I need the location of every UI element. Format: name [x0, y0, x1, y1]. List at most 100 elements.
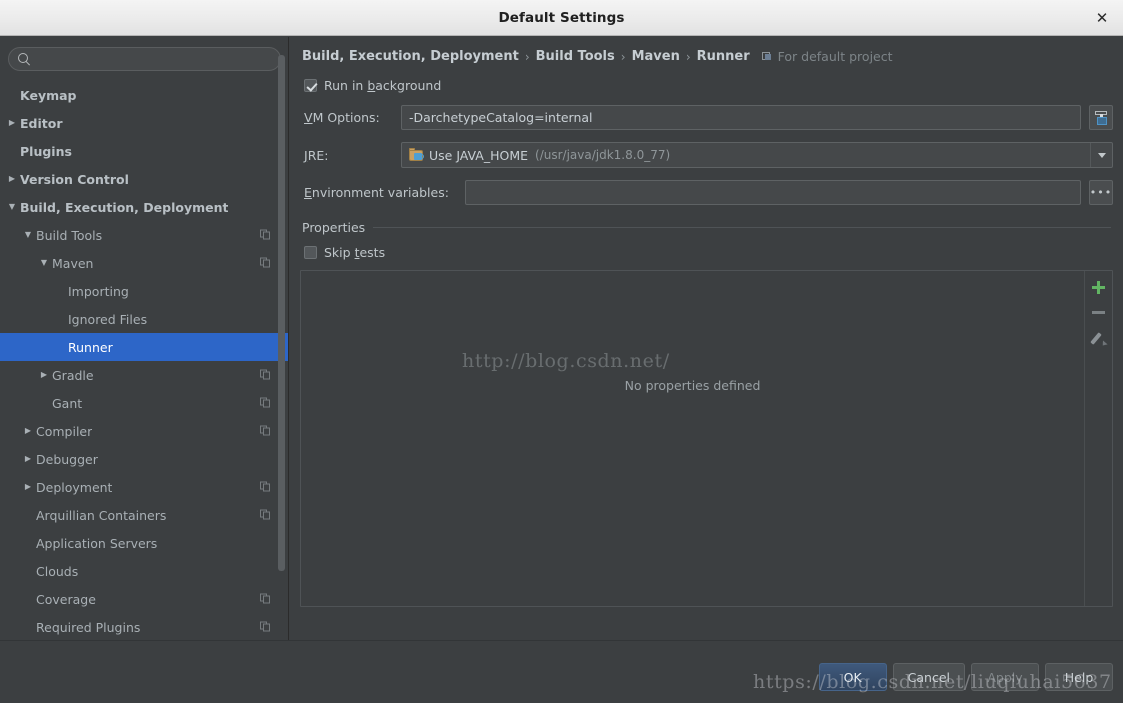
vm-options-expand-button[interactable] — [1089, 105, 1113, 130]
chevron-right-icon[interactable]: ▶ — [20, 455, 36, 463]
sidebar-item-label: Arquillian Containers — [36, 508, 166, 523]
sidebar-item-label: Required Plugins — [36, 620, 140, 635]
sidebar-item-label: Runner — [68, 340, 113, 355]
copy-settings-icon[interactable] — [260, 370, 271, 381]
properties-table[interactable]: No properties defined — [301, 271, 1084, 606]
remove-property-button[interactable] — [1086, 300, 1112, 325]
search-field[interactable] — [8, 47, 281, 71]
sidebar-item-label: Gradle — [52, 368, 94, 383]
sidebar-item-application-servers[interactable]: Application Servers — [0, 529, 289, 557]
minus-icon — [1092, 311, 1105, 314]
chevron-down-icon[interactable]: ▼ — [36, 259, 52, 267]
sidebar-item-required-plugins[interactable]: Required Plugins — [0, 613, 289, 640]
environment-variables-browse-button[interactable]: ••• — [1089, 180, 1113, 205]
breadcrumb-item-0[interactable]: Build, Execution, Deployment — [302, 49, 519, 64]
sidebar-item-label: Version Control — [20, 172, 129, 187]
settings-main-panel: Build, Execution, Deployment › Build Too… — [290, 37, 1123, 640]
sidebar-item-coverage[interactable]: Coverage — [0, 585, 289, 613]
sidebar-item-label: Application Servers — [36, 536, 157, 551]
sidebar-item-label: Compiler — [36, 424, 92, 439]
sidebar-item-label: Gant — [52, 396, 82, 411]
ok-button[interactable]: OK — [819, 663, 887, 691]
copy-settings-icon[interactable] — [260, 510, 271, 521]
copy-settings-icon[interactable] — [260, 258, 271, 269]
chevron-right-icon[interactable]: ▶ — [20, 427, 36, 435]
add-property-button[interactable] — [1086, 275, 1112, 300]
help-button[interactable]: Help — [1045, 663, 1113, 691]
sidebar-scrollbar-thumb[interactable] — [278, 55, 285, 571]
sidebar-scrollbar[interactable] — [278, 55, 285, 590]
breadcrumb-item-2[interactable]: Maven — [632, 49, 680, 64]
title-bar: Default Settings ✕ — [0, 0, 1123, 36]
jre-dropdown-button[interactable] — [1090, 143, 1112, 167]
edit-property-button[interactable] — [1086, 325, 1112, 350]
jre-selected-value: Use JAVA_HOME — [429, 148, 528, 163]
sidebar-item-maven[interactable]: ▼Maven — [0, 249, 289, 277]
copy-settings-icon[interactable] — [260, 594, 271, 605]
chevron-right-icon[interactable]: ▶ — [20, 483, 36, 491]
chevron-right-icon[interactable]: ▶ — [4, 119, 20, 127]
dialog-body: Keymap▶EditorPlugins▶Version Control▼Bui… — [0, 37, 1123, 640]
settings-dialog: Default Settings ✕ Keymap▶EditorPlugins▶… — [0, 0, 1123, 703]
sidebar-item-label: Maven — [52, 256, 93, 271]
run-in-background-label: Run in background — [324, 78, 441, 93]
chevron-right-icon[interactable]: ▶ — [36, 371, 52, 379]
sidebar-item-ignored-files[interactable]: Ignored Files — [0, 305, 289, 333]
close-icon[interactable]: ✕ — [1089, 5, 1115, 31]
plus-icon — [1092, 281, 1105, 294]
sidebar-item-label: Ignored Files — [68, 312, 147, 327]
breadcrumb-item-1[interactable]: Build Tools — [536, 49, 615, 64]
cancel-button[interactable]: Cancel — [893, 663, 965, 691]
properties-group-title: Properties — [302, 220, 365, 235]
java-home-folder-icon — [409, 149, 424, 162]
search-icon — [18, 53, 31, 66]
chevron-down-icon[interactable]: ▼ — [20, 231, 36, 239]
sidebar-item-arquillian-containers[interactable]: Arquillian Containers — [0, 501, 289, 529]
sidebar-item-label: Deployment — [36, 480, 112, 495]
sidebar-item-label: Clouds — [36, 564, 78, 579]
sidebar-item-clouds[interactable]: Clouds — [0, 557, 289, 585]
window-title: Default Settings — [498, 10, 624, 26]
sidebar-item-runner[interactable]: Runner — [0, 333, 289, 361]
skip-tests-checkbox[interactable] — [304, 246, 317, 259]
sidebar-item-label: Keymap — [20, 88, 77, 103]
properties-panel: No properties defined — [300, 270, 1113, 607]
sidebar-item-deployment[interactable]: ▶Deployment — [0, 473, 289, 501]
run-in-background-row[interactable]: Run in background — [300, 78, 1113, 93]
sidebar-item-debugger[interactable]: ▶Debugger — [0, 445, 289, 473]
settings-sidebar: Keymap▶EditorPlugins▶Version Control▼Bui… — [0, 37, 289, 640]
sidebar-item-importing[interactable]: Importing — [0, 277, 289, 305]
vm-options-input[interactable]: -DarchetypeCatalog=internal — [401, 105, 1081, 130]
skip-tests-label: Skip tests — [324, 245, 385, 260]
pencil-icon — [1092, 331, 1106, 345]
sidebar-item-build-tools[interactable]: ▼Build Tools — [0, 221, 289, 249]
copy-settings-icon[interactable] — [260, 398, 271, 409]
sidebar-item-plugins[interactable]: Plugins — [0, 137, 289, 165]
sidebar-item-keymap[interactable]: Keymap — [0, 81, 289, 109]
expand-editor-icon — [1094, 111, 1108, 125]
chevron-right-icon[interactable]: ▶ — [4, 175, 20, 183]
copy-settings-icon[interactable] — [260, 482, 271, 493]
chevron-down-icon — [1098, 153, 1106, 158]
chevron-down-icon[interactable]: ▼ — [4, 203, 20, 211]
skip-tests-row[interactable]: Skip tests — [300, 245, 1113, 260]
sidebar-item-build-execution-deployment[interactable]: ▼Build, Execution, Deployment — [0, 193, 289, 221]
environment-variables-input[interactable] — [465, 180, 1081, 205]
run-in-background-checkbox[interactable] — [304, 79, 317, 92]
jre-path: (/usr/java/jdk1.8.0_77) — [535, 148, 670, 162]
search-container — [8, 47, 281, 71]
vm-options-label: VM Options: — [300, 110, 401, 125]
copy-settings-icon[interactable] — [260, 622, 271, 633]
copy-settings-icon[interactable] — [260, 230, 271, 241]
jre-combobox[interactable]: Use JAVA_HOME (/usr/java/jdk1.8.0_77) — [401, 142, 1113, 168]
breadcrumb-separator: › — [525, 50, 530, 64]
search-input[interactable] — [31, 52, 280, 66]
properties-empty-message: No properties defined — [301, 378, 1084, 393]
sidebar-item-version-control[interactable]: ▶Version Control — [0, 165, 289, 193]
sidebar-item-gant[interactable]: Gant — [0, 389, 289, 417]
copy-settings-icon[interactable] — [260, 426, 271, 437]
sidebar-item-compiler[interactable]: ▶Compiler — [0, 417, 289, 445]
sidebar-item-gradle[interactable]: ▶Gradle — [0, 361, 289, 389]
breadcrumb-item-3[interactable]: Runner — [697, 49, 750, 64]
sidebar-item-editor[interactable]: ▶Editor — [0, 109, 289, 137]
